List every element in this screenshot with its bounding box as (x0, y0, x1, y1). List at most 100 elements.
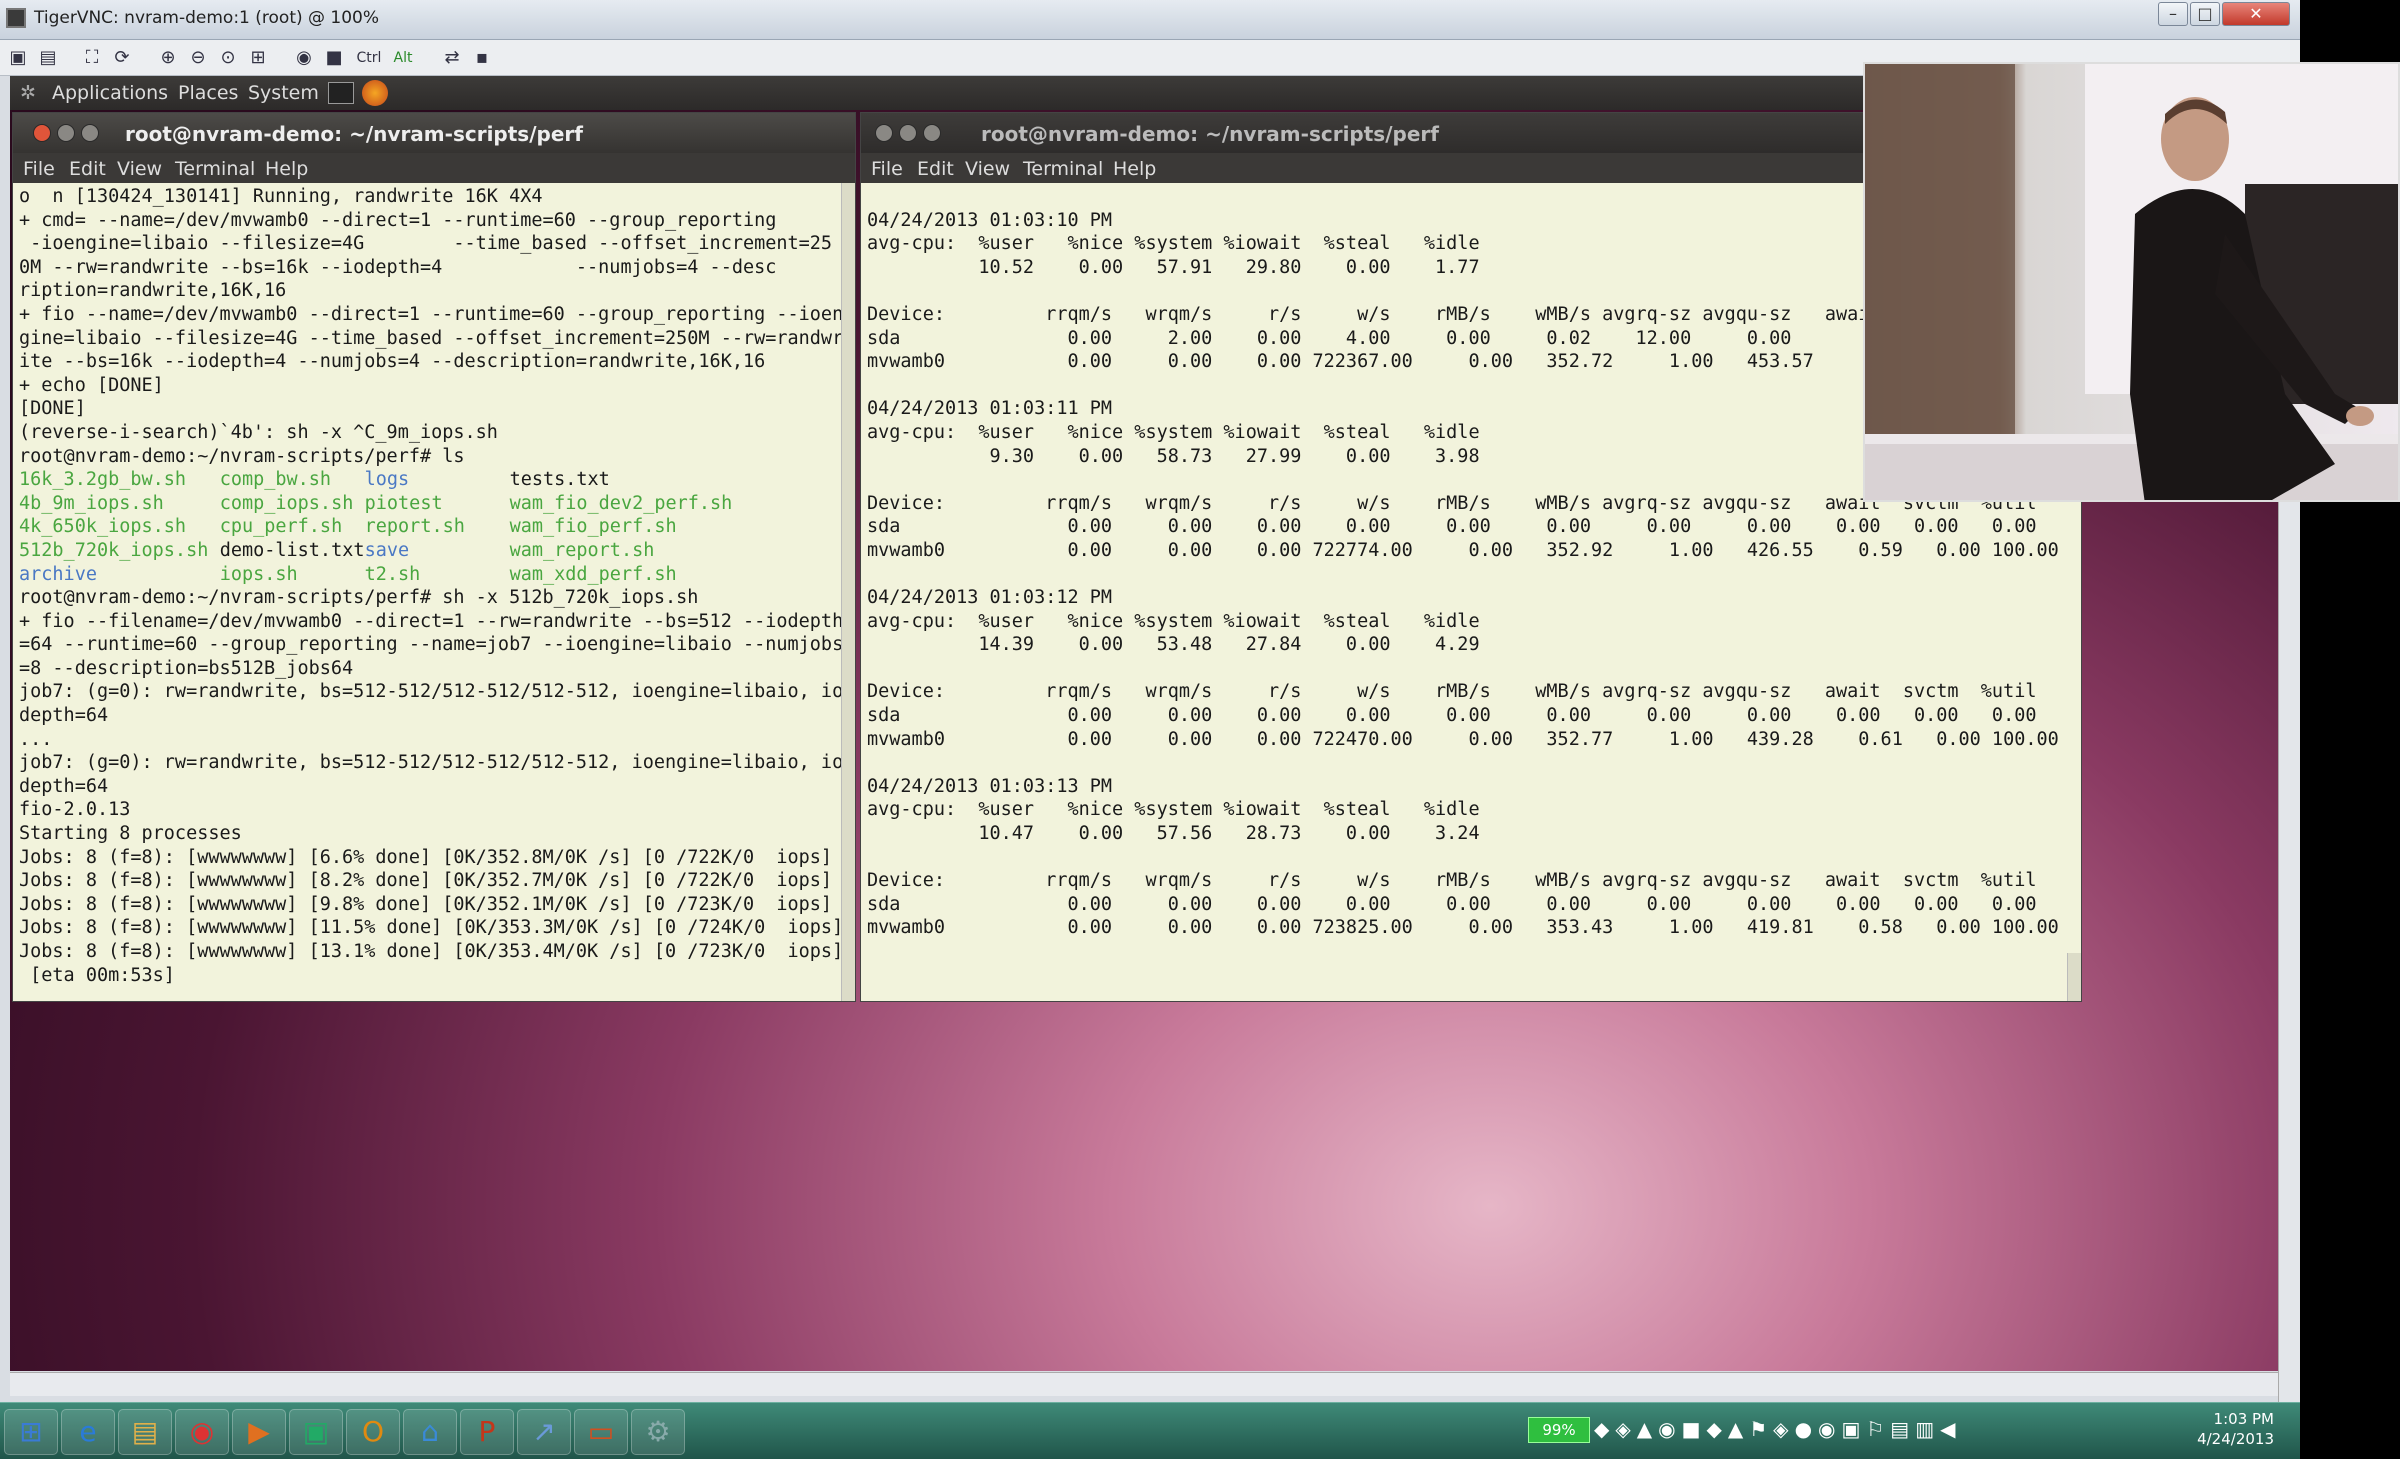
zoom-in-icon[interactable]: ⊕ (156, 46, 180, 70)
menu-terminal[interactable]: Terminal (175, 158, 255, 180)
menu-terminal[interactable]: Terminal (1023, 158, 1103, 180)
maximize-icon[interactable] (923, 124, 941, 142)
menu-view[interactable]: View (965, 158, 1010, 180)
folder-icon[interactable]: ▤ (118, 1409, 172, 1455)
powerpoint-icon[interactable]: P (460, 1409, 514, 1455)
right-terminal-scrollbar[interactable] (2067, 953, 2081, 1001)
media-player-icon[interactable]: ▶ (232, 1409, 286, 1455)
chrome-icon[interactable]: ◉ (175, 1409, 229, 1455)
presenter-camera-overlay (1863, 62, 2400, 502)
clock[interactable]: 1:03 PM 4/24/2013 (2197, 1409, 2274, 1449)
outlook-icon[interactable]: O (346, 1409, 400, 1455)
terminal-line: Jobs: 8 (f=8): [wwwwwwww] [6.6% done] [0… (19, 846, 833, 868)
minimize-icon[interactable] (899, 124, 917, 142)
menu-help[interactable]: Help (265, 158, 308, 180)
terminal-line: =8 --description=bs512B_jobs64 (19, 657, 354, 679)
ls-entry: tests.txt (509, 469, 610, 491)
minimize-icon[interactable] (57, 124, 75, 142)
start-orb-icon[interactable]: ⊞ (4, 1409, 58, 1455)
terminal-line: Starting 8 processes (19, 823, 242, 845)
menu-help[interactable]: Help (1113, 158, 1156, 180)
terminal-line: [eta 00m:53s] (19, 964, 175, 986)
terminal-line: (reverse-i-search)`4b': sh -x ^C_9m_iops… (19, 421, 498, 443)
save-icon[interactable]: ▪ (470, 46, 494, 70)
vnc-title-bar[interactable]: TigerVNC: nvram-demo:1 (root) @ 100% – □… (0, 0, 2300, 40)
remote-tool-icon[interactable]: ↗ (517, 1409, 571, 1455)
ie-icon[interactable]: e (61, 1409, 115, 1455)
close-button[interactable]: ✕ (2222, 2, 2290, 26)
ls-row: archive iops.sh t2.sh wam_xdd_perf.sh (19, 563, 849, 587)
close-icon[interactable] (33, 124, 51, 142)
menu-file[interactable]: File (23, 158, 55, 180)
terminal-line: + echo [DONE] (19, 374, 164, 396)
terminal-line: depth=64 (19, 775, 109, 797)
ls-entry: comp_bw.sh (219, 469, 332, 491)
zoom-100-icon[interactable]: ⊙ (216, 46, 240, 70)
system-menu[interactable]: System (248, 82, 319, 104)
terminal-line: sda 0.00 0.00 0.00 0.00 0.00 0.00 0.00 0… (867, 705, 2037, 727)
refresh-icon[interactable]: ⟳ (110, 46, 134, 70)
terminal-line: root@nvram-demo:~/nvram-scripts/perf# sh… (19, 587, 699, 609)
screen: TigerVNC: nvram-demo:1 (root) @ 100% – □… (0, 0, 2400, 1459)
terminal-launcher-icon[interactable] (328, 82, 354, 104)
ls-entry: wam_fio_dev2_perf.sh (509, 492, 733, 514)
applications-menu[interactable]: Applications (52, 82, 168, 104)
menu-file[interactable]: File (871, 158, 903, 180)
alt-key-button[interactable]: Alt (388, 46, 418, 70)
terminal-line: 04/24/2013 01:03:13 PM (867, 775, 1113, 797)
terminal-line: sda 0.00 0.00 0.00 0.00 0.00 0.00 0.00 0… (867, 516, 2037, 538)
network-tool-icon[interactable]: ⌂ (403, 1409, 457, 1455)
terminal-line: job7: (g=0): rw=randwrite, bs=512-512/51… (19, 752, 844, 774)
fullscreen-icon[interactable]: ⛶ (80, 46, 104, 70)
left-terminal-menubar: File Edit View Terminal Help (13, 153, 855, 183)
terminal-line: 04/24/2013 01:03:12 PM (867, 587, 1113, 609)
settings-tool-icon[interactable]: ⚙ (631, 1409, 685, 1455)
ls-row: 4k_650k_iops.sh cpu_perf.sh report.sh wam_f… (19, 515, 849, 539)
terminal-line: avg-cpu: %user %nice %system %iowait %st… (867, 799, 1480, 821)
left-terminal-title: root@nvram-demo: ~/nvram-scripts/perf (125, 122, 583, 146)
left-terminal-output[interactable]: o n [130424_130141] Running, randwrite 1… (13, 183, 855, 1001)
terminal-line: Device: rrqm/s wrqm/s r/s w/s rMB/s wMB/… (867, 681, 2037, 703)
vnc-horizontal-scrollbar[interactable] (10, 1372, 2278, 1396)
left-terminal-scrollbar[interactable] (841, 183, 855, 1001)
connection-info-icon[interactable]: ▣ (6, 46, 30, 70)
terminal-line: mvwamb0 0.00 0.00 0.00 722470.00 0.00 35… (867, 728, 2059, 750)
menu-view[interactable]: View (117, 158, 162, 180)
left-terminal-title-bar[interactable]: root@nvram-demo: ~/nvram-scripts/perf (13, 113, 855, 153)
close-icon[interactable] (875, 124, 893, 142)
transfer-icon[interactable]: ⇄ (440, 46, 464, 70)
maximize-icon[interactable] (81, 124, 99, 142)
zoom-out-icon[interactable]: ⊖ (186, 46, 210, 70)
terminal-line: Jobs: 8 (f=8): [wwwwwwww] [9.8% done] [0… (19, 893, 833, 915)
ls-row: 4b_9m_iops.sh comp_iops.sh piotest wam_fio_… (19, 492, 849, 516)
places-menu[interactable]: Places (178, 82, 238, 104)
ls-entry: iops.sh (219, 563, 298, 585)
terminal-line: 10.47 0.00 57.56 28.73 0.00 3.24 (867, 823, 1480, 845)
ctrl-key-button[interactable]: Ctrl (352, 46, 386, 70)
minimize-button[interactable]: – (2158, 2, 2188, 26)
terminal-app-icon[interactable]: ▭ (574, 1409, 628, 1455)
firefox-icon[interactable] (362, 80, 388, 106)
ctrl-alt-del-icon[interactable]: ■ (322, 46, 346, 70)
left-terminal-window[interactable]: root@nvram-demo: ~/nvram-scripts/perf Fi… (12, 112, 856, 1002)
ubuntu-logo-icon[interactable]: ✲ (20, 82, 36, 104)
ls-entry: t2.sh (364, 563, 421, 585)
menu-edit[interactable]: Edit (69, 158, 106, 180)
terminal-line: =64 --runtime=60 --group_reporting --nam… (19, 634, 844, 656)
tray-icons[interactable]: ◆◈▲◉■◆▲⚑◈●◉▣⚐▤▥◀ (1594, 1417, 1961, 1441)
terminal-line: ite --bs=16k --iodepth=4 --numjobs=4 --d… (19, 351, 766, 373)
windows-taskbar: ⊞ e ▤ ◉ ▶ ▣ O ⌂ P ↗ ▭ ⚙ 99% ◆◈▲◉■◆▲⚑◈●◉▣⚐▤▥◀ 1:03 P… (0, 1402, 2300, 1459)
ls-entry: archive (19, 563, 97, 585)
menu-edit[interactable]: Edit (917, 158, 954, 180)
terminal-line: Jobs: 8 (f=8): [wwwwwwww] [8.2% done] [0… (19, 870, 833, 892)
view-only-icon[interactable]: ◉ (292, 46, 316, 70)
right-terminal-title: root@nvram-demo: ~/nvram-scripts/perf (981, 122, 1439, 146)
vnc-viewer-icon[interactable]: ▣ (289, 1409, 343, 1455)
maximize-button[interactable]: □ (2190, 2, 2220, 26)
terminal-line: + fio --name=/dev/mvwamb0 --direct=1 --r… (19, 303, 844, 325)
zoom-fit-icon[interactable]: ⊞ (246, 46, 270, 70)
terminal-line: Device: rrqm/s wrqm/s r/s w/s rMB/s wMB/… (867, 870, 2037, 892)
options-icon[interactable]: ▤ (36, 46, 60, 70)
